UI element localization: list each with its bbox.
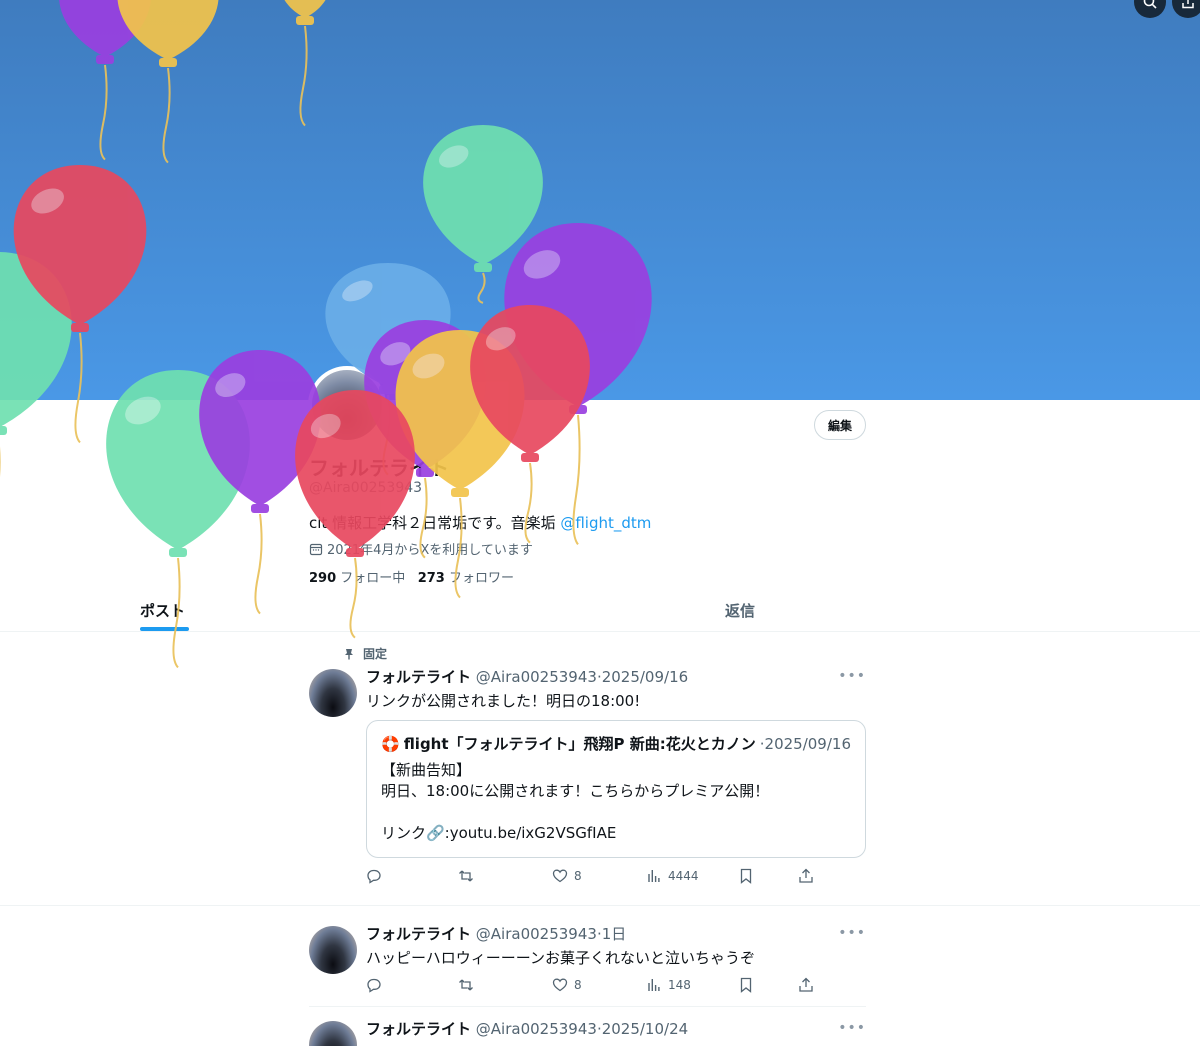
post-avatar[interactable] [309,926,357,974]
following-count: 290 [309,571,337,586]
views-icon [648,979,660,991]
quote-emoji: 🛟 [381,734,400,753]
reply-icon [367,869,381,884]
bio-mention-link[interactable]: @flight_dtm [560,514,651,532]
repost-icon [459,870,473,882]
repost-icon [459,979,473,991]
like-icon [552,978,568,992]
followers-link[interactable]: 273 フォロワー [418,571,514,586]
profile-avatar[interactable] [308,366,386,444]
quote-line: 明日、18:00に公開されます！こちらからプレミア公開！ [381,782,770,800]
pin-icon [345,648,353,659]
profile-bio: cit 情報工学科２日常垢です。音楽垢 @flight_dtm [309,512,651,533]
share-button[interactable] [798,977,814,993]
pinned-label: 固定 [363,647,388,661]
tab-posts[interactable]: ポスト [140,600,185,621]
joined-text: 2021年4月からXを利用しています [327,543,533,558]
bookmark-icon [740,977,752,993]
bio-text: cit 情報工学科２日常垢です。音楽垢 [309,514,561,532]
repost-button[interactable] [458,977,474,993]
profile-banner[interactable] [0,0,1200,400]
followers-label: フォロワー [448,571,514,586]
bookmark-button[interactable] [738,868,754,884]
calendar-icon [309,543,323,555]
more-options-icon[interactable]: ••• [838,1020,866,1036]
post-author-name[interactable]: フォルテライト [366,1020,471,1038]
quote-header: 🛟 flight「フォルテライト」飛翔P 新曲:花火とカノン ·2025/09/… [381,733,851,754]
tab-replies[interactable]: 返信 [725,600,755,621]
post-meta: フォルテライト @Aira00253943·2025/09/16 [366,666,688,687]
post-author-name[interactable]: フォルテライト [366,925,471,943]
quote-author-name: flight「フォルテライト」飛翔P 新曲:花火とカノン [403,735,756,753]
post-author-handle[interactable]: @Aira00253943 [476,1020,597,1038]
post-date[interactable]: ·2025/09/16 [597,668,688,686]
tabs-divider [0,631,1200,632]
post-item[interactable]: フォルテライト @Aira00253943·2025/10/24 ••• [309,1018,866,1046]
share-icon [799,868,813,883]
reply-button[interactable] [366,977,382,993]
views-count: 4444 [668,869,699,883]
following-label: フォロー中 [340,571,406,586]
bookmark-button[interactable] [738,977,754,993]
post-author-name[interactable]: フォルテライト [366,668,471,686]
post-meta: フォルテライト @Aira00253943·2025/10/24 [366,1018,688,1039]
reply-icon [367,978,381,993]
post-divider [0,905,1200,906]
like-button[interactable]: 8 [552,977,582,993]
profile-name: フォルテライト [309,456,449,480]
post-meta: フォルテライト @Aira00253943·1日 [366,923,626,944]
post-date[interactable]: ·2025/10/24 [597,1020,688,1038]
like-count: 8 [574,978,582,992]
balloon [106,370,250,669]
edit-profile-button[interactable]: 編集 [814,410,866,440]
views-count: 148 [668,978,691,992]
followers-count: 273 [417,571,445,586]
post-actions: 8 148 [366,975,813,995]
views-button[interactable]: 4444 [646,868,699,884]
quote-line: 【新曲告知】 [381,761,472,779]
post-actions: 8 4444 [366,866,813,886]
pinned-indicator: 固定 [343,645,387,662]
like-icon [552,869,568,883]
post-divider [309,1006,866,1007]
quote-line [381,802,851,823]
post-author-handle[interactable]: @Aira00253943 [476,925,597,943]
post-text: リンクが公開されました！明日の18:00! [366,692,641,710]
profile-handle: @Aira00253943 [309,480,423,496]
share-button[interactable] [798,868,814,884]
joined-date: 2021年4月からXを利用しています [309,539,533,558]
like-button[interactable]: 8 [552,868,582,884]
post-item[interactable]: フォルテライト @Aira00253943·1日 ••• ハッピーハロウィーーー… [309,923,866,1003]
post-avatar[interactable] [309,669,357,717]
like-count: 8 [574,869,582,883]
post-avatar[interactable] [309,1021,357,1046]
post-item[interactable]: フォルテライト @Aira00253943·2025/09/16 ••• リンク… [309,666,866,896]
quote-line: リンク🔗:youtu.be/ixG2VSGfIAE [381,824,617,842]
post-author-handle[interactable]: @Aira00253943 [476,668,597,686]
following-link[interactable]: 290 フォロー中 [309,571,405,586]
repost-button[interactable] [458,868,474,884]
quote-date: ·2025/09/16 [759,734,851,753]
bookmark-icon [740,868,752,884]
more-options-icon[interactable]: ••• [838,925,866,941]
reply-button[interactable] [366,868,382,884]
post-date[interactable]: ·1日 [597,925,626,943]
post-text: ハッピーハロウィーーーンお菓子くれないと泣いちゃうぞ [366,949,755,967]
quoted-post[interactable]: 🛟 flight「フォルテライト」飛翔P 新曲:花火とカノン ·2025/09/… [366,720,866,858]
share-icon [799,977,813,992]
more-options-icon[interactable]: ••• [838,668,866,684]
views-icon [648,870,660,882]
follow-stats: 290 フォロー中 273 フォロワー [309,567,514,586]
views-button[interactable]: 148 [646,977,691,993]
